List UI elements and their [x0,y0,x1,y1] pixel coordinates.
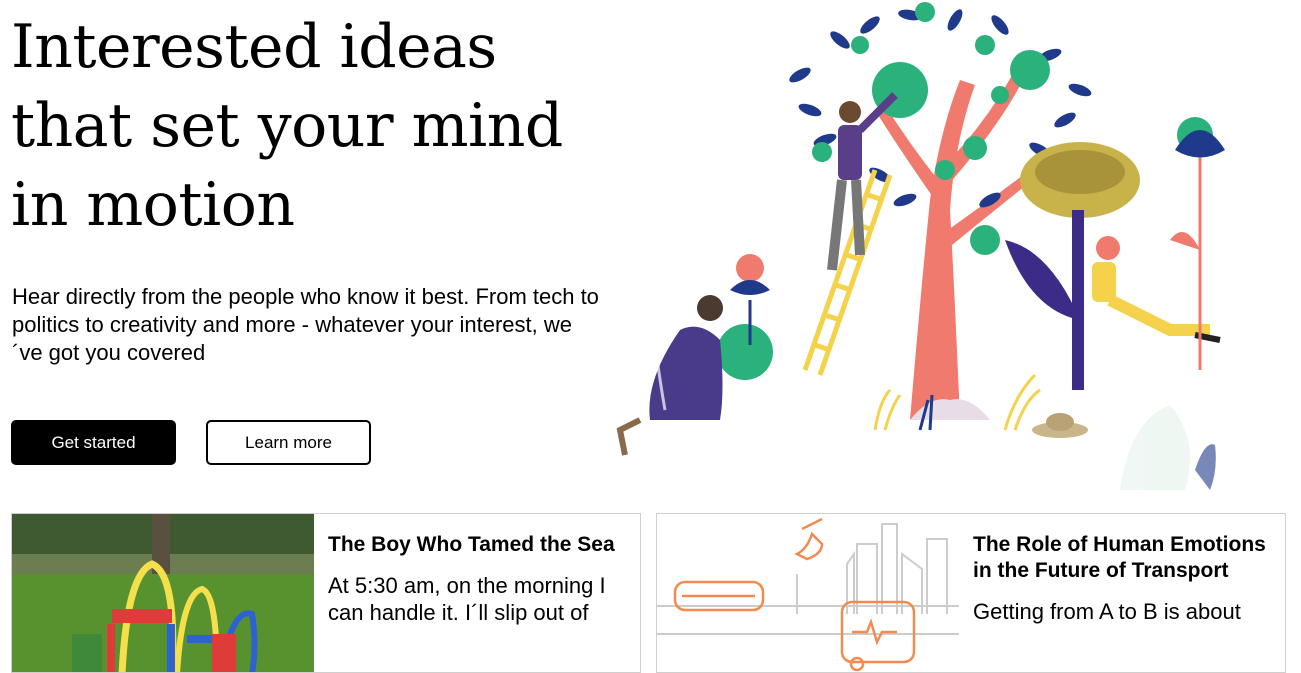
transport-illustration [657,514,959,672]
green-fruits [717,2,1213,380]
hero-subtitle: Hear directly from the people who know i… [12,284,599,365]
ladder [802,169,893,376]
card-title[interactable]: The Boy Who Tamed the Sea [328,532,632,558]
get-started-button[interactable]: Get started [11,420,176,465]
card-excerpt: At 5:30 am, on the morning I can handle … [328,573,606,625]
learn-more-button[interactable]: Learn more [206,420,371,465]
hero-illustration [616,2,1225,490]
mustard-flower-tree [1005,142,1140,390]
ground-details [873,373,1088,438]
pale-leaf-decoration [1120,405,1216,490]
playground-image [12,514,314,672]
card-excerpt: Getting from A to B is about [973,599,1241,624]
card-title[interactable]: The Role of Human Emotions in the Future… [973,532,1277,584]
article-card[interactable]: The Role of Human Emotions in the Future… [656,513,1286,673]
woman-kneeling-figure [616,295,723,456]
article-card[interactable]: The Boy Who Tamed the Sea At 5:30 am, on… [11,513,641,673]
hero-title: Interested ideas that set your mind in m… [11,12,563,240]
